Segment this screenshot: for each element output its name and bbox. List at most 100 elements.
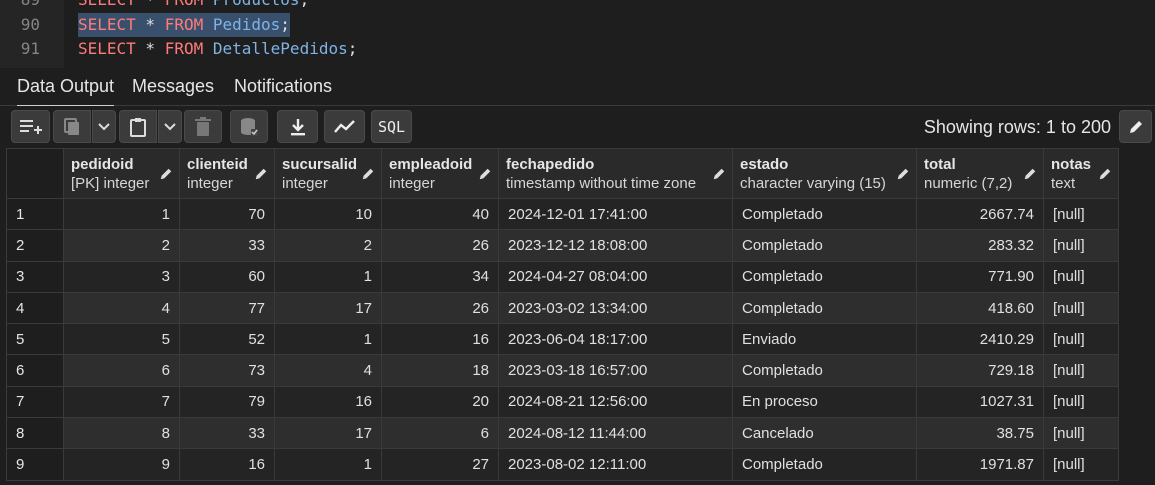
cell-total[interactable]: 771.90 [916, 260, 1044, 293]
table-row[interactable]: 6 6 73 4 18 2023-03-18 16:57:00 Completado 729.… [6, 354, 1119, 387]
cell-estado[interactable]: Completado [732, 197, 917, 231]
code-line[interactable]: 91 SELECT * FROM DetallePedidos; [0, 37, 1155, 61]
cell-notas[interactable]: [null] [1043, 229, 1119, 262]
cell-pedidoid[interactable]: 7 [63, 385, 180, 419]
cell-notas[interactable]: [null] [1043, 385, 1119, 419]
add-row-button[interactable] [11, 110, 50, 143]
cell-pedidoid[interactable]: 8 [63, 417, 180, 450]
pencil-icon[interactable] [896, 167, 910, 181]
pencil-icon[interactable] [1098, 167, 1112, 181]
cell-clienteid[interactable]: 70 [179, 197, 275, 231]
table-row[interactable]: 1 1 70 10 40 2024-12-01 17:41:00 Completado 266… [6, 197, 1119, 231]
cell-estado[interactable]: Enviado [732, 323, 917, 356]
column-header-total[interactable]: total numeric (7,2) [916, 148, 1044, 199]
cell-total[interactable]: 38.75 [916, 417, 1044, 450]
cell-fechapedido[interactable]: 2023-03-02 13:34:00 [498, 291, 733, 325]
cell-estado[interactable]: En proceso [732, 385, 917, 419]
cell-total[interactable]: 2667.74 [916, 197, 1044, 231]
cell-clienteid[interactable]: 60 [179, 260, 275, 293]
column-header-empleadoid[interactable]: empleadoid integer [381, 148, 499, 199]
code-line[interactable]: 89 SELECT * FROM Productos; [0, 0, 1155, 12]
tab-messages[interactable]: Messages [132, 76, 214, 97]
delete-row-button[interactable] [184, 110, 222, 143]
cell-pedidoid[interactable]: 1 [63, 197, 180, 231]
cell-sucursalid[interactable]: 1 [274, 260, 382, 293]
sql-view-button[interactable]: SQL [371, 110, 412, 143]
row-number[interactable]: 2 [6, 229, 64, 262]
row-number[interactable]: 9 [6, 448, 64, 481]
table-row[interactable]: 4 4 77 17 26 2023-03-02 13:34:00 Completado 418… [6, 291, 1119, 325]
cell-estado[interactable]: Completado [732, 260, 917, 293]
cell-fechapedido[interactable]: 2024-12-01 17:41:00 [498, 197, 733, 231]
cell-sucursalid[interactable]: 1 [274, 323, 382, 356]
row-number[interactable]: 1 [6, 197, 64, 231]
cell-pedidoid[interactable]: 2 [63, 229, 180, 262]
column-header-clienteid[interactable]: clienteid integer [179, 148, 275, 199]
cell-notas[interactable]: [null] [1043, 448, 1119, 481]
table-row[interactable]: 3 3 60 1 34 2024-04-27 08:04:00 Completado 771.… [6, 260, 1119, 293]
graph-visualiser-button[interactable] [324, 110, 365, 143]
cell-clienteid[interactable]: 73 [179, 354, 275, 387]
cell-pedidoid[interactable]: 6 [63, 354, 180, 387]
row-number[interactable]: 3 [6, 260, 64, 293]
cell-fechapedido[interactable]: 2023-12-12 18:08:00 [498, 229, 733, 262]
cell-estado[interactable]: Completado [732, 354, 917, 387]
cell-total[interactable]: 283.32 [916, 229, 1044, 262]
column-header-estado[interactable]: estado character varying (15) [732, 148, 917, 199]
cell-total[interactable]: 729.18 [916, 354, 1044, 387]
row-number[interactable]: 8 [6, 417, 64, 450]
column-header-sucursalid[interactable]: sucursalid integer [274, 148, 382, 199]
cell-empleadoid[interactable]: 27 [381, 448, 499, 481]
cell-empleadoid[interactable]: 26 [381, 291, 499, 325]
save-data-button[interactable] [230, 110, 268, 143]
cell-empleadoid[interactable]: 18 [381, 354, 499, 387]
cell-notas[interactable]: [null] [1043, 323, 1119, 356]
cell-sucursalid[interactable]: 16 [274, 385, 382, 419]
cell-sucursalid[interactable]: 4 [274, 354, 382, 387]
cell-total[interactable]: 418.60 [916, 291, 1044, 325]
cell-clienteid[interactable]: 52 [179, 323, 275, 356]
download-button[interactable] [277, 110, 318, 143]
row-number[interactable]: 5 [6, 323, 64, 356]
cell-fechapedido[interactable]: 2024-08-12 11:44:00 [498, 417, 733, 450]
cell-fechapedido[interactable]: 2023-06-04 18:17:00 [498, 323, 733, 356]
column-header-fechapedido[interactable]: fechapedido timestamp without time zone [498, 148, 733, 199]
copy-button[interactable] [53, 110, 91, 143]
cell-total[interactable]: 2410.29 [916, 323, 1044, 356]
cell-empleadoid[interactable]: 26 [381, 229, 499, 262]
copy-options-dropdown[interactable] [92, 110, 116, 143]
pencil-icon[interactable] [254, 167, 268, 181]
cell-notas[interactable]: [null] [1043, 417, 1119, 450]
cell-clienteid[interactable]: 77 [179, 291, 275, 325]
row-number[interactable]: 6 [6, 354, 64, 387]
cell-fechapedido[interactable]: 2023-03-18 16:57:00 [498, 354, 733, 387]
table-row[interactable]: 9 9 16 1 27 2023-08-02 12:11:00 Completado 1971… [6, 448, 1119, 481]
cell-sucursalid[interactable]: 1 [274, 448, 382, 481]
cell-sucursalid[interactable]: 2 [274, 229, 382, 262]
row-number[interactable]: 4 [6, 291, 64, 325]
cell-estado[interactable]: Cancelado [732, 417, 917, 450]
cell-fechapedido[interactable]: 2024-04-27 08:04:00 [498, 260, 733, 293]
cell-pedidoid[interactable]: 4 [63, 291, 180, 325]
cell-clienteid[interactable]: 16 [179, 448, 275, 481]
row-number[interactable]: 7 [6, 385, 64, 419]
cell-empleadoid[interactable]: 16 [381, 323, 499, 356]
tab-data-output[interactable]: Data Output [17, 76, 115, 108]
cell-sucursalid[interactable]: 10 [274, 197, 382, 231]
cell-pedidoid[interactable]: 3 [63, 260, 180, 293]
cell-notas[interactable]: [null] [1043, 260, 1119, 293]
table-row[interactable]: 7 7 79 16 20 2024-08-21 12:56:00 En proceso 102… [6, 385, 1119, 419]
cell-estado[interactable]: Completado [732, 291, 917, 325]
cell-notas[interactable]: [null] [1043, 197, 1119, 231]
cell-notas[interactable]: [null] [1043, 354, 1119, 387]
tab-notifications[interactable]: Notifications [234, 76, 332, 97]
table-row[interactable]: 2 2 33 2 26 2023-12-12 18:08:00 Completado 283.… [6, 229, 1119, 262]
cell-clienteid[interactable]: 79 [179, 385, 275, 419]
code-line-selected[interactable]: 90 SELECT * FROM Pedidos; [0, 13, 1155, 37]
paste-options-dropdown[interactable] [158, 110, 182, 143]
cell-empleadoid[interactable]: 6 [381, 417, 499, 450]
cell-notas[interactable]: [null] [1043, 291, 1119, 325]
paste-button[interactable] [119, 110, 157, 143]
cell-empleadoid[interactable]: 40 [381, 197, 499, 231]
cell-total[interactable]: 1027.31 [916, 385, 1044, 419]
